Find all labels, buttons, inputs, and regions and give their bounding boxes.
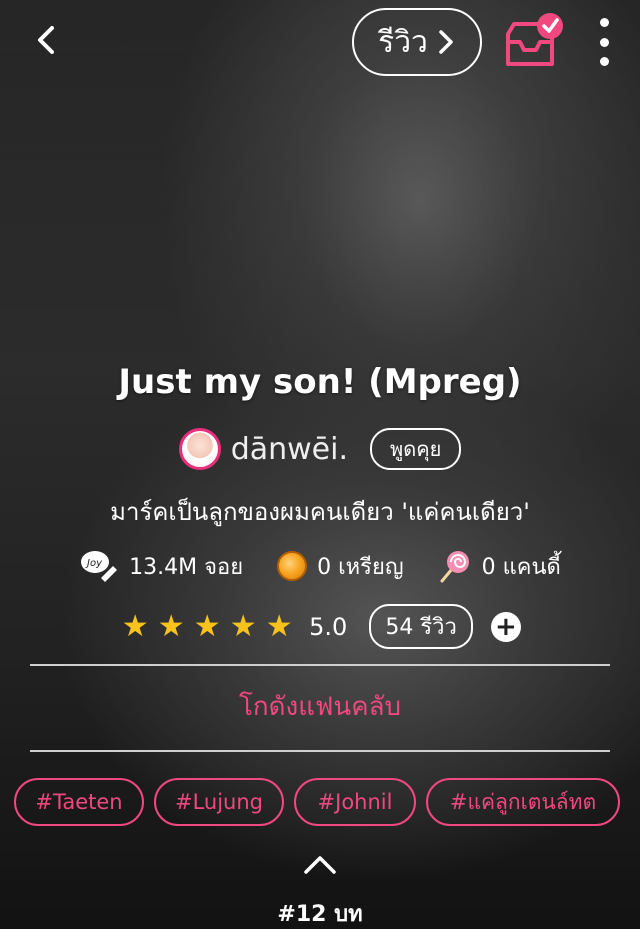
candy-icon (440, 551, 469, 583)
star-icon: ★ (121, 609, 149, 644)
more-dot (599, 57, 609, 66)
star-icon: ★ (157, 609, 185, 644)
tag-chip[interactable]: #Lujung (154, 778, 284, 826)
reads-count: 13.4M จอย (129, 554, 244, 580)
tag-chip[interactable]: #Taeten (14, 778, 144, 826)
divider (30, 664, 610, 666)
story-title: Just my son! (Mpreg) (118, 362, 522, 402)
chevron-left-icon (38, 26, 54, 54)
divider (30, 750, 610, 752)
library-button[interactable] (500, 12, 566, 70)
star-icon: ★ (193, 609, 221, 644)
rating-row: ★ ★ ★ ★ ★ 5.0 54 รีวิว + (0, 604, 640, 649)
author-row: dānwēi. พูดคุย (0, 428, 640, 470)
candies-count: 0 แคนดี้ (481, 554, 561, 580)
rating-score: 5.0 (309, 612, 348, 641)
story-cover-screen: รีวิว Just my son! (Mpreg) dānwēi. พูดคุ… (0, 0, 640, 929)
review-button[interactable]: รีวิว (352, 8, 482, 76)
star-icon: ★ (229, 609, 257, 644)
joy-icon: Joy (81, 551, 118, 582)
chapter-count[interactable]: #12 บท (0, 896, 640, 929)
reviews-count-button[interactable]: 54 รีวิว (369, 604, 473, 649)
author-name[interactable]: dānwēi. (231, 432, 348, 467)
plus-icon: + (494, 611, 517, 642)
fanclub-link[interactable]: โกดังแฟนคลับ (0, 686, 640, 727)
add-review-button[interactable]: + (490, 611, 521, 642)
story-description: มาร์คเป็นลูกของผมคนเดียว 'แค่คนเดียว' (110, 498, 530, 526)
chevron-right-icon (439, 30, 453, 54)
talk-button[interactable]: พูดคุย (370, 428, 462, 470)
stats-row: Joy 13.4M จอย 0 เหรียญ 0 แคนดี้ (0, 548, 640, 584)
more-menu-button[interactable] (592, 18, 616, 66)
inbox-check-icon (506, 13, 563, 66)
coins-count: 0 เหรียญ (317, 554, 404, 580)
author-avatar[interactable] (178, 428, 221, 470)
back-button[interactable] (28, 20, 68, 60)
more-dot (599, 37, 609, 47)
star-icon: ★ (265, 609, 293, 644)
review-button-label: รีวิว (378, 24, 428, 60)
more-vertical-icon (599, 18, 609, 27)
tag-chip[interactable]: #แค่ลูกเตนล์ทต (426, 778, 620, 826)
coin-icon (277, 551, 308, 581)
svg-text:Joy: Joy (85, 558, 103, 569)
tag-list: #Taeten #Lujung #Johnil #แค่ลูกเตนล์ทต (14, 778, 634, 826)
tag-chip[interactable]: #Johnil (294, 778, 416, 826)
chevron-up-icon[interactable] (300, 852, 340, 878)
